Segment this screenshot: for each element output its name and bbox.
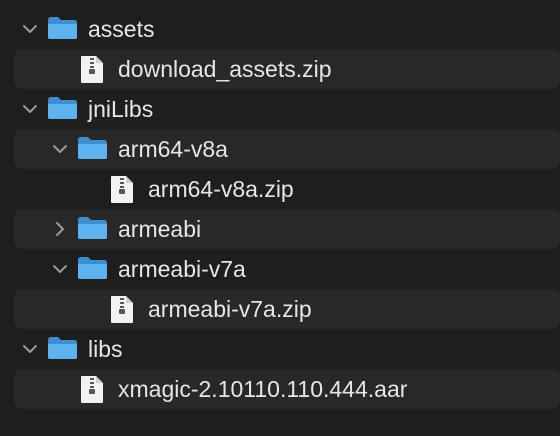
tree-row-assets[interactable]: assets bbox=[0, 9, 560, 49]
folder-icon bbox=[47, 96, 78, 120]
tree-row-armeabi[interactable]: armeabi bbox=[14, 209, 560, 249]
chevron-down-icon[interactable] bbox=[50, 139, 70, 159]
file-tree: assets download_assets.zip jniLibs arm64… bbox=[0, 0, 560, 436]
tree-row-xmagic-aar[interactable]: xmagic-2.10110.110.444.aar bbox=[14, 369, 560, 409]
folder-icon bbox=[77, 256, 108, 280]
tree-row-label: jniLibs bbox=[88, 96, 154, 122]
tree-row-label: libs bbox=[88, 336, 123, 362]
tree-row-arm64-v8a[interactable]: arm64-v8a bbox=[14, 129, 560, 169]
tree-row-label: xmagic-2.10110.110.444.aar bbox=[118, 376, 408, 402]
tree-row-armeabi-v7a[interactable]: armeabi-v7a bbox=[0, 249, 560, 289]
tree-row-label: arm64-v8a bbox=[118, 136, 228, 162]
zip-file-icon bbox=[80, 375, 104, 404]
chevron-down-icon[interactable] bbox=[20, 19, 40, 39]
folder-icon bbox=[77, 216, 108, 240]
zip-file-icon bbox=[110, 175, 134, 204]
tree-row-label: arm64-v8a.zip bbox=[148, 176, 294, 202]
chevron-right-icon[interactable] bbox=[50, 219, 70, 239]
tree-row-label: armeabi bbox=[118, 216, 202, 242]
folder-icon bbox=[77, 136, 108, 160]
tree-row-jnilibs[interactable]: jniLibs bbox=[0, 89, 560, 129]
folder-icon bbox=[47, 336, 78, 360]
zip-file-icon bbox=[80, 55, 104, 84]
tree-row-download-assets-zip[interactable]: download_assets.zip bbox=[14, 49, 560, 89]
tree-row-label: download_assets.zip bbox=[118, 56, 332, 82]
tree-row-label: armeabi-v7a.zip bbox=[148, 296, 312, 322]
folder-icon bbox=[47, 16, 78, 40]
chevron-down-icon[interactable] bbox=[20, 99, 40, 119]
tree-row-arm64-v8a-zip[interactable]: arm64-v8a.zip bbox=[0, 169, 560, 209]
tree-row-libs[interactable]: libs bbox=[0, 329, 560, 369]
tree-row-armeabi-v7a-zip[interactable]: armeabi-v7a.zip bbox=[14, 289, 560, 329]
chevron-down-icon[interactable] bbox=[20, 339, 40, 359]
zip-file-icon bbox=[110, 295, 134, 324]
chevron-down-icon[interactable] bbox=[50, 259, 70, 279]
tree-row-label: armeabi-v7a bbox=[118, 256, 246, 282]
tree-row-label: assets bbox=[88, 16, 155, 42]
